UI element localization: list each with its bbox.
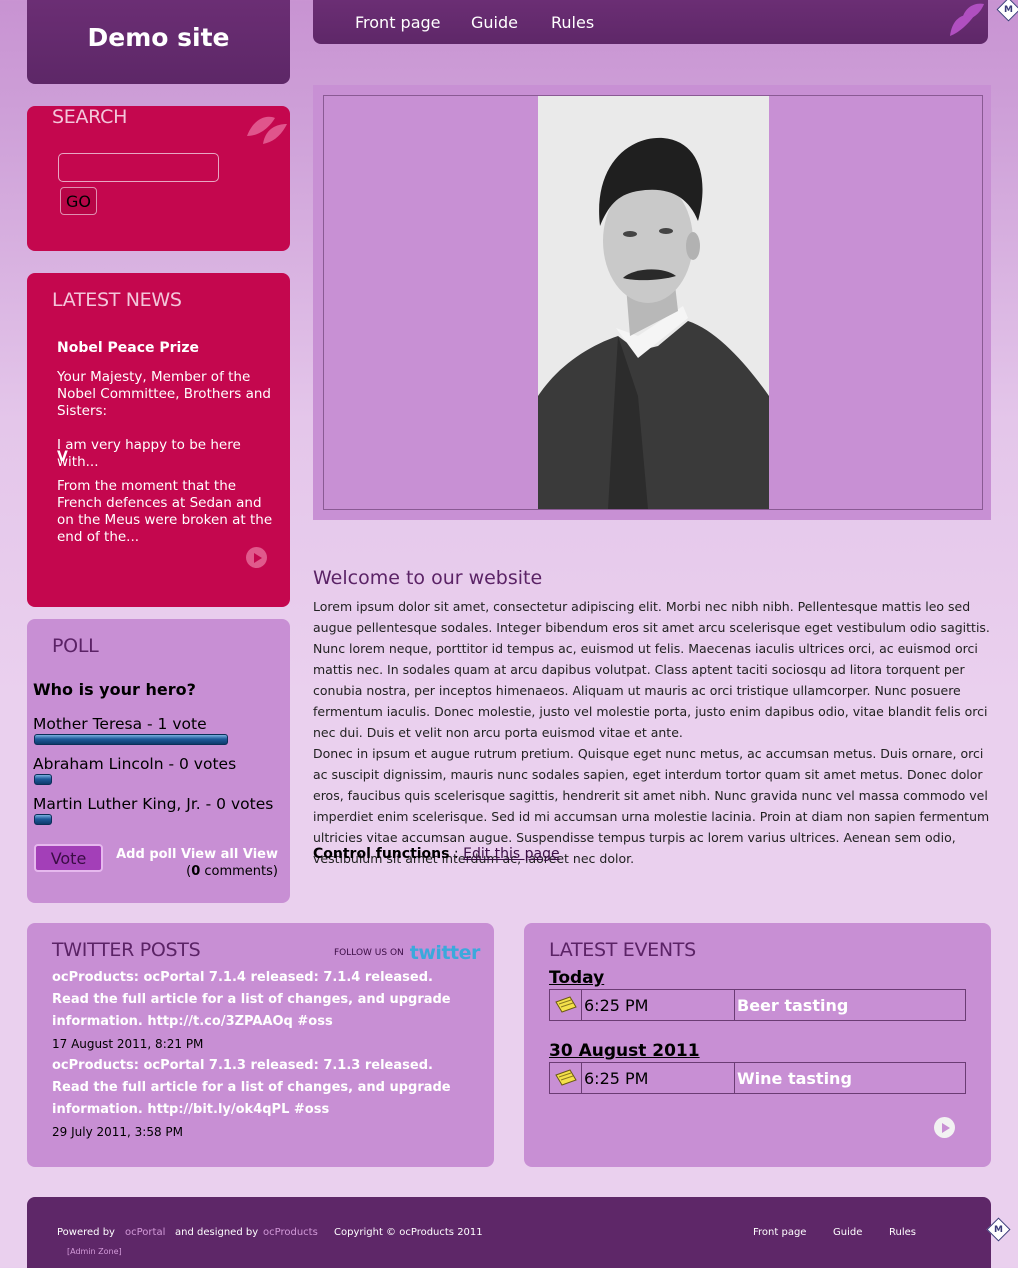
edit-page-link[interactable]: Edit this page xyxy=(463,846,560,862)
search-input[interactable] xyxy=(58,153,219,182)
event-note-icon xyxy=(550,990,582,1020)
nav-rules[interactable]: Rules xyxy=(551,13,594,32)
nav-guide[interactable]: Guide xyxy=(471,13,518,32)
search-panel: SEARCH GO xyxy=(27,106,290,251)
event-time: 6:25 PM xyxy=(582,990,735,1020)
more-events-arrow-icon[interactable] xyxy=(934,1117,955,1138)
footer-nav-guide[interactable]: Guide xyxy=(833,1227,862,1238)
poll-option-label[interactable]: Abraham Lincoln - 0 votes xyxy=(33,755,236,773)
site-title: Demo site xyxy=(87,22,230,52)
latest-news-panel: LATEST NEWS Nobel Peace Prize Your Majes… xyxy=(27,273,290,607)
tweet-text[interactable]: ocProducts: ocPortal 7.1.3 released: 7.1… xyxy=(52,1055,472,1121)
view-link[interactable]: View xyxy=(243,847,278,862)
twitter-panel: TWITTER POSTS FOLLOW US ON twitter ocPro… xyxy=(27,923,494,1167)
powered-by-label: Powered by xyxy=(57,1227,115,1238)
admin-zone-link[interactable]: [Admin Zone] xyxy=(67,1247,122,1256)
designed-by-label: and designed by xyxy=(175,1227,259,1238)
welcome-paragraph: Lorem ipsum dolor sit amet, consectetur … xyxy=(313,599,990,740)
poll-question: Who is your hero? xyxy=(33,680,196,699)
portrait-image xyxy=(538,96,769,509)
news-item-title[interactable]: Nobel Peace Prize xyxy=(57,340,199,356)
follow-us-twitter[interactable]: FOLLOW US ON twitter xyxy=(334,942,480,964)
edit-mode-icon[interactable]: M xyxy=(996,0,1018,22)
footer-nav-front-page[interactable]: Front page xyxy=(753,1227,806,1238)
poll-result-bar xyxy=(34,734,228,745)
site-logo[interactable]: Demo site xyxy=(27,0,290,84)
event-name[interactable]: Beer tasting xyxy=(735,990,965,1020)
event-row[interactable]: 6:25 PM Beer tasting xyxy=(549,989,966,1021)
view-all-link[interactable]: View all xyxy=(181,847,238,862)
poll-title: POLL xyxy=(52,635,99,657)
footer-nav-rules[interactable]: Rules xyxy=(889,1227,916,1238)
news-item-summary: Your Majesty, Member of the Nobel Commit… xyxy=(57,369,271,470)
event-name[interactable]: Wine tasting xyxy=(735,1063,965,1093)
event-date-heading[interactable]: 30 August 2011 xyxy=(549,1041,700,1061)
twitter-logo-icon: twitter xyxy=(409,942,481,964)
poll-comments-count: (0 comments) xyxy=(186,864,278,879)
top-navigation: Front page Guide Rules xyxy=(313,0,988,44)
tweet-date: 17 August 2011, 8:21 PM xyxy=(52,1037,204,1051)
copyright-text: Copyright © ocProducts 2011 xyxy=(334,1227,483,1238)
events-title: LATEST EVENTS xyxy=(549,939,696,961)
control-functions: Control functions : Edit this page xyxy=(313,846,560,862)
poll-result-bar xyxy=(34,774,52,785)
news-item-title[interactable]: V xyxy=(57,449,68,465)
nav-front-page[interactable]: Front page xyxy=(355,13,441,32)
ocportal-link[interactable]: ocPortal xyxy=(125,1227,165,1238)
poll-links: Add poll View all View xyxy=(116,847,278,862)
featured-image-frame xyxy=(313,85,991,520)
news-item-summary: From the moment that the French defences… xyxy=(57,478,273,545)
welcome-text: Lorem ipsum dolor sit amet, consectetur … xyxy=(313,596,993,869)
event-date-heading[interactable]: Today xyxy=(549,968,604,988)
poll-panel: POLL Who is your hero? Mother Teresa - 1… xyxy=(27,619,290,903)
welcome-heading: Welcome to our website xyxy=(313,567,543,589)
follow-us-label: FOLLOW US ON xyxy=(334,948,404,958)
tweet-text[interactable]: ocProducts: ocPortal 7.1.4 released: 7.1… xyxy=(52,967,472,1033)
search-title: SEARCH xyxy=(52,106,128,128)
leaf-decoration-icon xyxy=(950,3,984,36)
leaf-decoration-icon xyxy=(247,116,287,144)
control-functions-label: Control functions xyxy=(313,846,450,862)
portrait-photo xyxy=(538,96,769,509)
more-news-arrow-icon[interactable] xyxy=(246,547,267,568)
footer: Powered by ocPortal and designed by ocPr… xyxy=(27,1197,991,1268)
event-row[interactable]: 6:25 PM Wine tasting xyxy=(549,1062,966,1094)
search-go-button[interactable]: GO xyxy=(60,187,97,215)
ocproducts-link[interactable]: ocProducts xyxy=(263,1227,318,1238)
event-note-icon xyxy=(550,1063,582,1093)
event-time: 6:25 PM xyxy=(582,1063,735,1093)
add-poll-link[interactable]: Add poll xyxy=(116,847,176,862)
news-title: LATEST NEWS xyxy=(52,289,182,311)
poll-option-label[interactable]: Mother Teresa - 1 vote xyxy=(33,715,207,733)
twitter-title: TWITTER POSTS xyxy=(52,939,201,961)
poll-option-label[interactable]: Martin Luther King, Jr. - 0 votes xyxy=(33,795,273,813)
vote-button[interactable]: Vote xyxy=(34,844,103,872)
featured-image-border xyxy=(323,95,983,510)
tweet-date: 29 July 2011, 3:58 PM xyxy=(52,1125,183,1139)
poll-result-bar xyxy=(34,814,52,825)
events-panel: LATEST EVENTS Today 6:25 PM Beer tasting… xyxy=(524,923,991,1167)
